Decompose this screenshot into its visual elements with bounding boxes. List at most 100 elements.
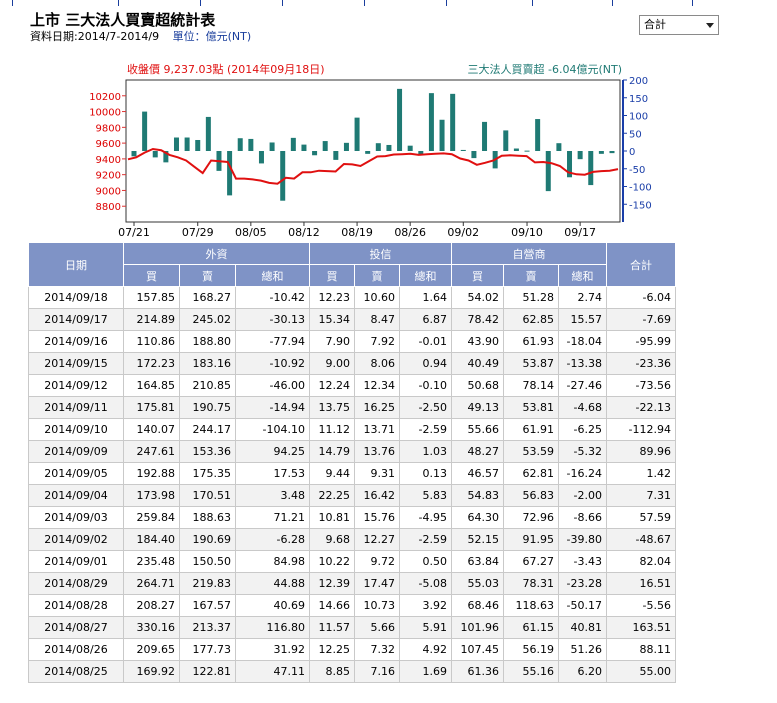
table-cell: 10.60 xyxy=(354,286,400,309)
table-cell-date: 2014/09/11 xyxy=(28,396,124,419)
table-cell: 72.96 xyxy=(503,506,559,529)
table-cell: 9.68 xyxy=(309,528,355,551)
net-bar xyxy=(152,151,158,158)
table-cell-date: 2014/09/17 xyxy=(28,308,124,331)
table-cell: -104.10 xyxy=(235,418,310,441)
table-row: 2014/09/15 172.23 183.16 -10.92 9.00 8.06 0.94… xyxy=(28,352,676,375)
table-cell-date: 2014/09/10 xyxy=(28,418,124,441)
table-cell: 57.59 xyxy=(606,506,676,529)
table-cell-date: 2014/08/26 xyxy=(28,638,124,661)
table-cell: -39.80 xyxy=(558,528,607,551)
table-cell: -8.66 xyxy=(558,506,607,529)
x-tick-label: 07/21 xyxy=(118,226,150,239)
table-cell-date: 2014/08/27 xyxy=(28,616,124,639)
table-cell: 47.11 xyxy=(235,660,310,683)
table-cell: 16.25 xyxy=(354,396,400,419)
table-cell: 7.92 xyxy=(354,330,400,353)
col-header-date: 日期 xyxy=(28,242,124,287)
table-cell: 157.85 xyxy=(123,286,180,309)
table-cell: 1.42 xyxy=(606,462,676,485)
unit-label: 單位：億元(NT) xyxy=(172,30,252,43)
net-bar xyxy=(290,137,296,151)
period-select[interactable]: 合計 xyxy=(639,15,719,35)
table-cell: 214.89 xyxy=(123,308,180,331)
table-cell: 150.50 xyxy=(179,550,236,573)
table-cell: 56.19 xyxy=(503,638,559,661)
table-cell-date: 2014/09/02 xyxy=(28,528,124,551)
col-header-buy: 買 xyxy=(309,264,355,287)
table-cell-date: 2014/08/29 xyxy=(28,572,124,595)
table-cell: 1.69 xyxy=(399,660,452,683)
net-bar xyxy=(535,119,541,151)
table-row: 2014/09/18 157.85 168.27 -10.42 12.23 10.60 1.… xyxy=(28,286,676,309)
table-cell: 169.92 xyxy=(123,660,180,683)
left-tick-label: 9000 xyxy=(96,186,121,197)
right-tick-label: 0 xyxy=(629,147,635,158)
table-cell: 192.88 xyxy=(123,462,180,485)
net-bar xyxy=(131,151,137,157)
nav-divider xyxy=(446,0,447,6)
table-cell: 173.98 xyxy=(123,484,180,507)
table-cell: 6.20 xyxy=(558,660,607,683)
x-tick-label: 08/26 xyxy=(394,226,426,239)
right-tick-label: 100 xyxy=(629,112,648,123)
table-cell-date: 2014/09/04 xyxy=(28,484,124,507)
table-cell: 219.83 xyxy=(179,572,236,595)
table-cell: 61.91 xyxy=(503,418,559,441)
table-cell: 15.34 xyxy=(309,308,355,331)
net-bar xyxy=(439,119,445,151)
table-cell: -77.94 xyxy=(235,330,310,353)
table-row: 2014/09/01 235.48 150.50 84.98 10.22 9.72 0.50… xyxy=(28,550,676,573)
table-cell: -22.13 xyxy=(606,396,676,419)
table-cell: -95.99 xyxy=(606,330,676,353)
net-bar xyxy=(343,142,349,151)
table-cell: -4.95 xyxy=(399,506,452,529)
table-cell: 51.28 xyxy=(503,286,559,309)
net-bar xyxy=(407,145,413,151)
net-bar xyxy=(142,111,148,151)
nav-divider xyxy=(118,0,119,6)
net-bar xyxy=(322,141,328,151)
table-cell: 12.27 xyxy=(354,528,400,551)
left-tick-label: 9200 xyxy=(96,171,121,182)
table-cell: -5.56 xyxy=(606,594,676,617)
table-cell-date: 2014/09/12 xyxy=(28,374,124,397)
table-cell: 13.75 xyxy=(309,396,355,419)
table-cell: 167.57 xyxy=(179,594,236,617)
table-cell: 118.63 xyxy=(503,594,559,617)
table-cell: 11.57 xyxy=(309,616,355,639)
table-cell: -10.92 xyxy=(235,352,310,375)
nav-divider xyxy=(12,0,13,6)
table-row: 2014/08/29 264.71 219.83 44.88 12.39 17.47 -5.… xyxy=(28,572,676,595)
table-cell: 110.86 xyxy=(123,330,180,353)
table-cell: 9.31 xyxy=(354,462,400,485)
col-header-sell: 賣 xyxy=(503,264,559,287)
table-cell: 264.71 xyxy=(123,572,180,595)
table-cell: 15.57 xyxy=(558,308,607,331)
table-cell: 62.81 xyxy=(503,462,559,485)
top-nav-strip xyxy=(0,0,777,6)
table-cell: 53.81 xyxy=(503,396,559,419)
table-cell: 40.49 xyxy=(451,352,504,375)
table-cell: 50.68 xyxy=(451,374,504,397)
net-bar xyxy=(450,93,456,151)
table-cell: 55.66 xyxy=(451,418,504,441)
table-cell: 46.57 xyxy=(451,462,504,485)
net-bar xyxy=(375,143,381,151)
chevron-down-icon xyxy=(706,23,714,28)
table-cell: -10.42 xyxy=(235,286,310,309)
table-cell: 12.24 xyxy=(309,374,355,397)
table-cell: 1.03 xyxy=(399,440,452,463)
table-cell: 55.03 xyxy=(451,572,504,595)
right-tick-label: 150 xyxy=(629,94,648,105)
x-tick-label: 07/29 xyxy=(182,226,214,239)
table-cell: 190.69 xyxy=(179,528,236,551)
table-cell: 190.75 xyxy=(179,396,236,419)
net-bar xyxy=(280,151,286,201)
table-row: 2014/08/26 209.65 177.73 31.92 12.25 7.32 4.92… xyxy=(28,638,676,661)
table-cell: 62.85 xyxy=(503,308,559,331)
net-bar xyxy=(545,151,551,192)
left-tick-label: 10000 xyxy=(89,108,121,119)
table-cell: 3.92 xyxy=(399,594,452,617)
table-cell-date: 2014/09/18 xyxy=(28,286,124,309)
